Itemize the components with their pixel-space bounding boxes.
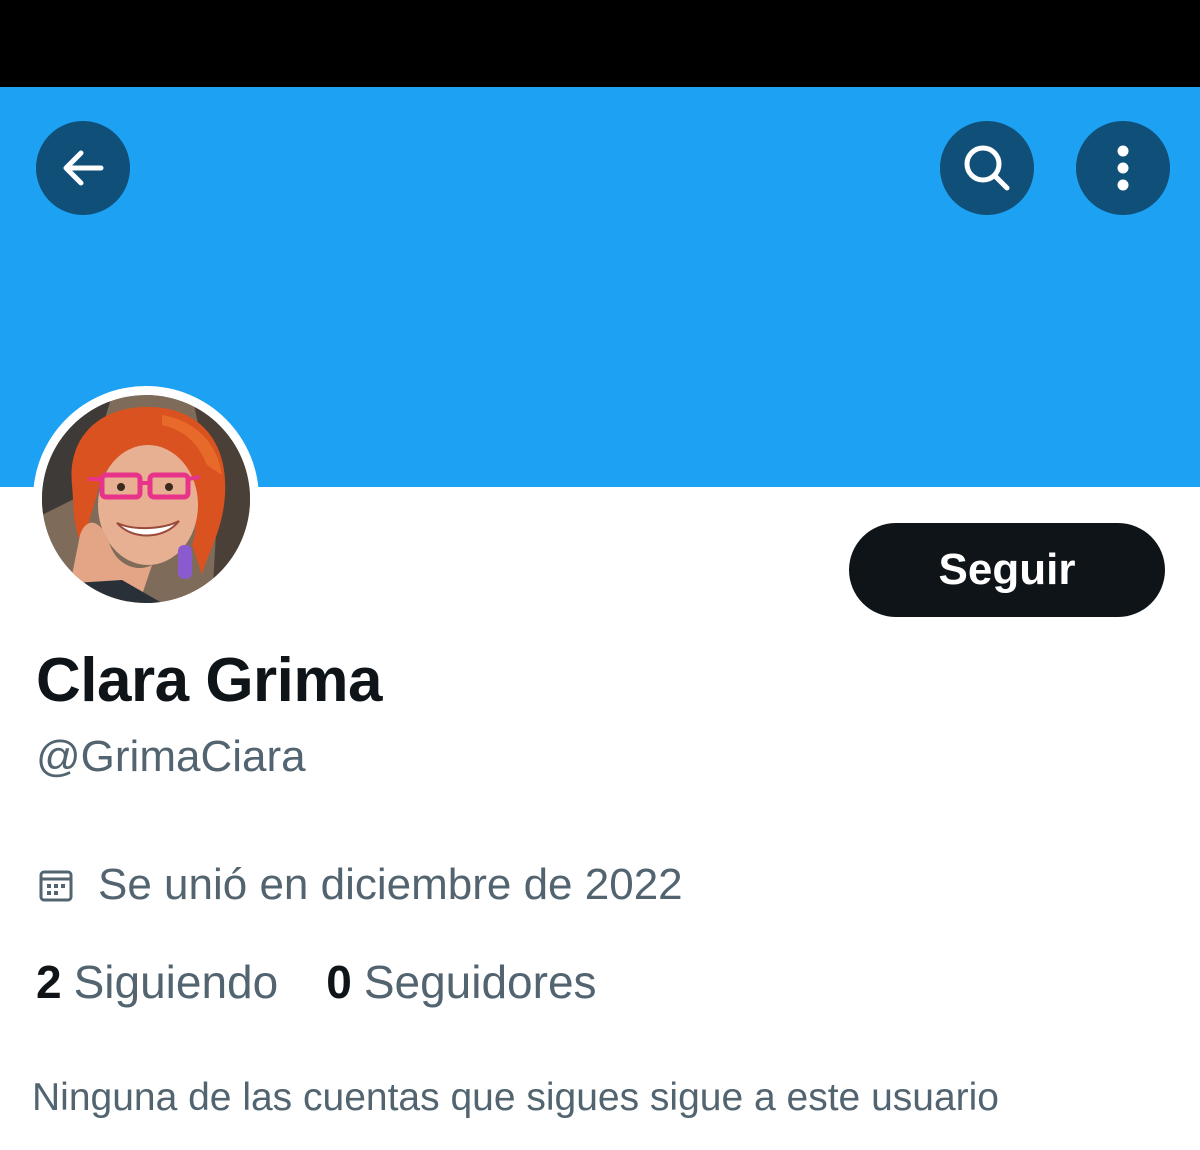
joined-date: Se unió en diciembre de 2022 bbox=[38, 860, 683, 910]
more-vertical-icon bbox=[1117, 145, 1129, 191]
avatar[interactable] bbox=[42, 395, 250, 603]
avatar-container[interactable] bbox=[33, 386, 259, 612]
avatar-image bbox=[42, 395, 250, 603]
back-button[interactable] bbox=[36, 121, 130, 215]
following-count: 2 bbox=[36, 956, 62, 1008]
joined-text: Se unió en diciembre de 2022 bbox=[98, 860, 683, 909]
following-link[interactable]: 2 Siguiendo bbox=[36, 955, 278, 1009]
followers-count: 0 bbox=[326, 956, 352, 1008]
calendar-icon bbox=[39, 870, 73, 902]
mutual-followers-text: Ninguna de las cuentas que sigues sigue … bbox=[32, 1076, 999, 1119]
search-icon bbox=[964, 145, 1010, 191]
followers-link[interactable]: 0 Seguidores bbox=[326, 955, 596, 1009]
follow-stats: 2 Siguiendo 0 Seguidores bbox=[36, 955, 597, 1009]
follow-button[interactable]: Seguir bbox=[849, 523, 1165, 617]
display-name: Clara Grima bbox=[36, 646, 383, 715]
following-label: Siguiendo bbox=[73, 956, 279, 1008]
search-button[interactable] bbox=[940, 121, 1034, 215]
arrow-left-icon bbox=[63, 150, 104, 186]
status-bar bbox=[0, 0, 1200, 87]
followers-label: Seguidores bbox=[363, 956, 597, 1008]
user-handle: @GrimaCiara bbox=[36, 732, 306, 781]
more-options-button[interactable] bbox=[1076, 121, 1170, 215]
